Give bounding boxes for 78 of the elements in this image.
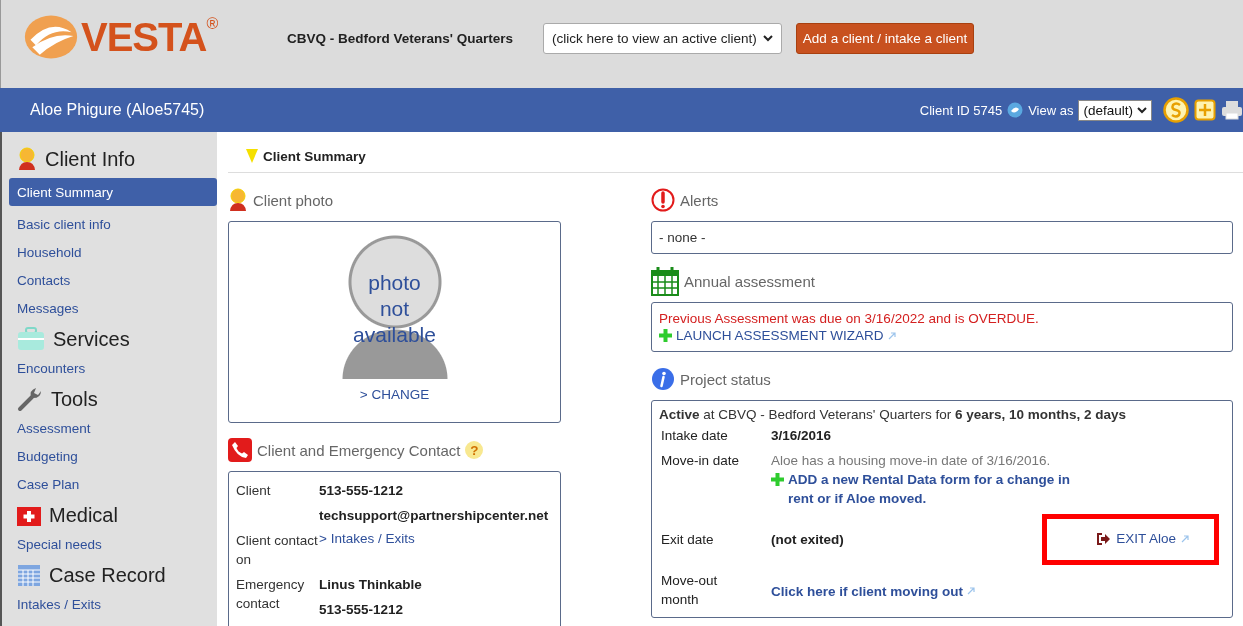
move-in-text: Aloe has a housing move-in date of 3/16/2016.	[771, 452, 1052, 470]
client-select[interactable]: (click here to view an active client)	[543, 22, 782, 54]
sidebar-item[interactable]: Budgeting	[9, 442, 217, 470]
sidebar-item[interactable]: Messages	[9, 294, 217, 322]
field-label: Move-in date	[661, 452, 741, 470]
field-value: techsupport@partnershipcenter.net	[319, 507, 549, 525]
rental-data-link[interactable]: ADD a new Rental Data form for a change in rent or if Aloe moved.	[788, 470, 1091, 508]
plus-icon	[659, 329, 672, 342]
wrench-icon	[17, 386, 43, 412]
intakes-link[interactable]: > Intakes / Exits	[319, 531, 415, 546]
logo-text: VESTA	[81, 14, 207, 60]
sidebar-item[interactable]: Household	[9, 238, 217, 266]
change-link[interactable]: > CHANGE	[359, 387, 430, 402]
field-label: Move-out month	[661, 572, 719, 609]
overdue-warning: Previous Assessment was due on 3/16/2022 and is OVERDUE.	[659, 311, 1040, 326]
sidebar-item[interactable]: Basic client info	[9, 210, 217, 238]
panel-title: Client and Emergency Contact	[257, 441, 461, 459]
panel-title: Project status	[680, 370, 771, 388]
field-label: Intake date	[661, 427, 729, 445]
sidebar-item[interactable]: Assessment	[9, 414, 217, 442]
exit-link[interactable]: EXIT Aloe	[1116, 531, 1176, 546]
alert-icon	[651, 188, 675, 212]
external-link-icon	[1181, 534, 1189, 543]
add-icon[interactable]	[1194, 99, 1216, 121]
client-id: Client ID 5745	[919, 102, 1003, 118]
print-icon[interactable]	[1221, 99, 1243, 121]
field-label: Client	[236, 482, 272, 500]
view-icon	[1007, 102, 1024, 118]
sidebar-item[interactable]: Client Summary	[9, 178, 217, 206]
external-link-icon	[887, 331, 896, 340]
view-as-label: View as	[1028, 102, 1074, 118]
breadcrumb: Client Summary	[263, 148, 366, 164]
chevron-icon	[1137, 106, 1147, 114]
status-summary: Active at CBVQ - Bedford Veterans' Quarters for 6 years, 10 months, 2 days	[659, 407, 1128, 422]
pointer-icon	[245, 148, 259, 164]
move-out-link[interactable]: Click here if client moving out	[771, 583, 964, 599]
calendar-icon	[17, 563, 41, 587]
field-value: (not exited)	[771, 531, 844, 549]
field-label: Exit date	[661, 531, 715, 549]
client-name: Aloe Phigure (Aloe5745)	[30, 101, 205, 119]
person-icon	[17, 147, 37, 171]
phone-icon	[228, 438, 252, 462]
s-circle-icon[interactable]	[1163, 97, 1189, 123]
launch-wizard-link[interactable]: LAUNCH ASSESSMENT WIZARD	[676, 328, 884, 343]
person-icon	[228, 188, 248, 212]
external-link-icon	[967, 587, 976, 595]
briefcase-icon	[17, 327, 45, 351]
panel-title: Client photo	[253, 191, 334, 209]
field-value: 3/16/2016	[771, 427, 832, 445]
section-title: Services	[53, 327, 130, 351]
logo-icon	[23, 13, 79, 61]
sidebar-item[interactable]: Special needs	[9, 530, 217, 558]
view-select[interactable]: (default)	[1078, 99, 1152, 121]
sidebar-item[interactable]: Case Plan	[9, 470, 217, 498]
alerts-text: - none -	[659, 230, 706, 245]
chevron-icon	[762, 34, 773, 42]
medical-kit-icon	[17, 504, 41, 526]
info-icon	[651, 367, 675, 391]
registered-mark: ®	[206, 15, 219, 32]
sidebar-item[interactable]: Contacts	[9, 266, 217, 294]
section-title: Client Info	[45, 147, 136, 171]
field-value: Linus Thinkable	[319, 576, 422, 594]
section-title: Tools	[51, 387, 98, 411]
sidebar-item[interactable]: Encounters	[9, 354, 217, 382]
field-label: Client contact on	[236, 532, 319, 569]
plus-icon	[771, 473, 784, 486]
agency-name: CBVQ - Bedford Veterans' Quarters	[287, 30, 514, 46]
sidebar-item[interactable]: Intakes / Exits	[9, 590, 217, 618]
panel-title: Alerts	[680, 191, 719, 209]
exit-icon	[1097, 532, 1112, 545]
field-value: 513-555-1212	[319, 482, 405, 500]
section-title: Case Record	[49, 563, 166, 587]
add-client-button[interactable]: Add a client / intake a client	[795, 22, 975, 54]
field-label: Emergency contact	[236, 576, 306, 613]
field-value: 513-555-1212	[319, 601, 405, 619]
panel-title: Annual assessment	[684, 272, 815, 290]
calendar-icon	[651, 266, 679, 296]
section-title: Medical	[49, 503, 118, 527]
